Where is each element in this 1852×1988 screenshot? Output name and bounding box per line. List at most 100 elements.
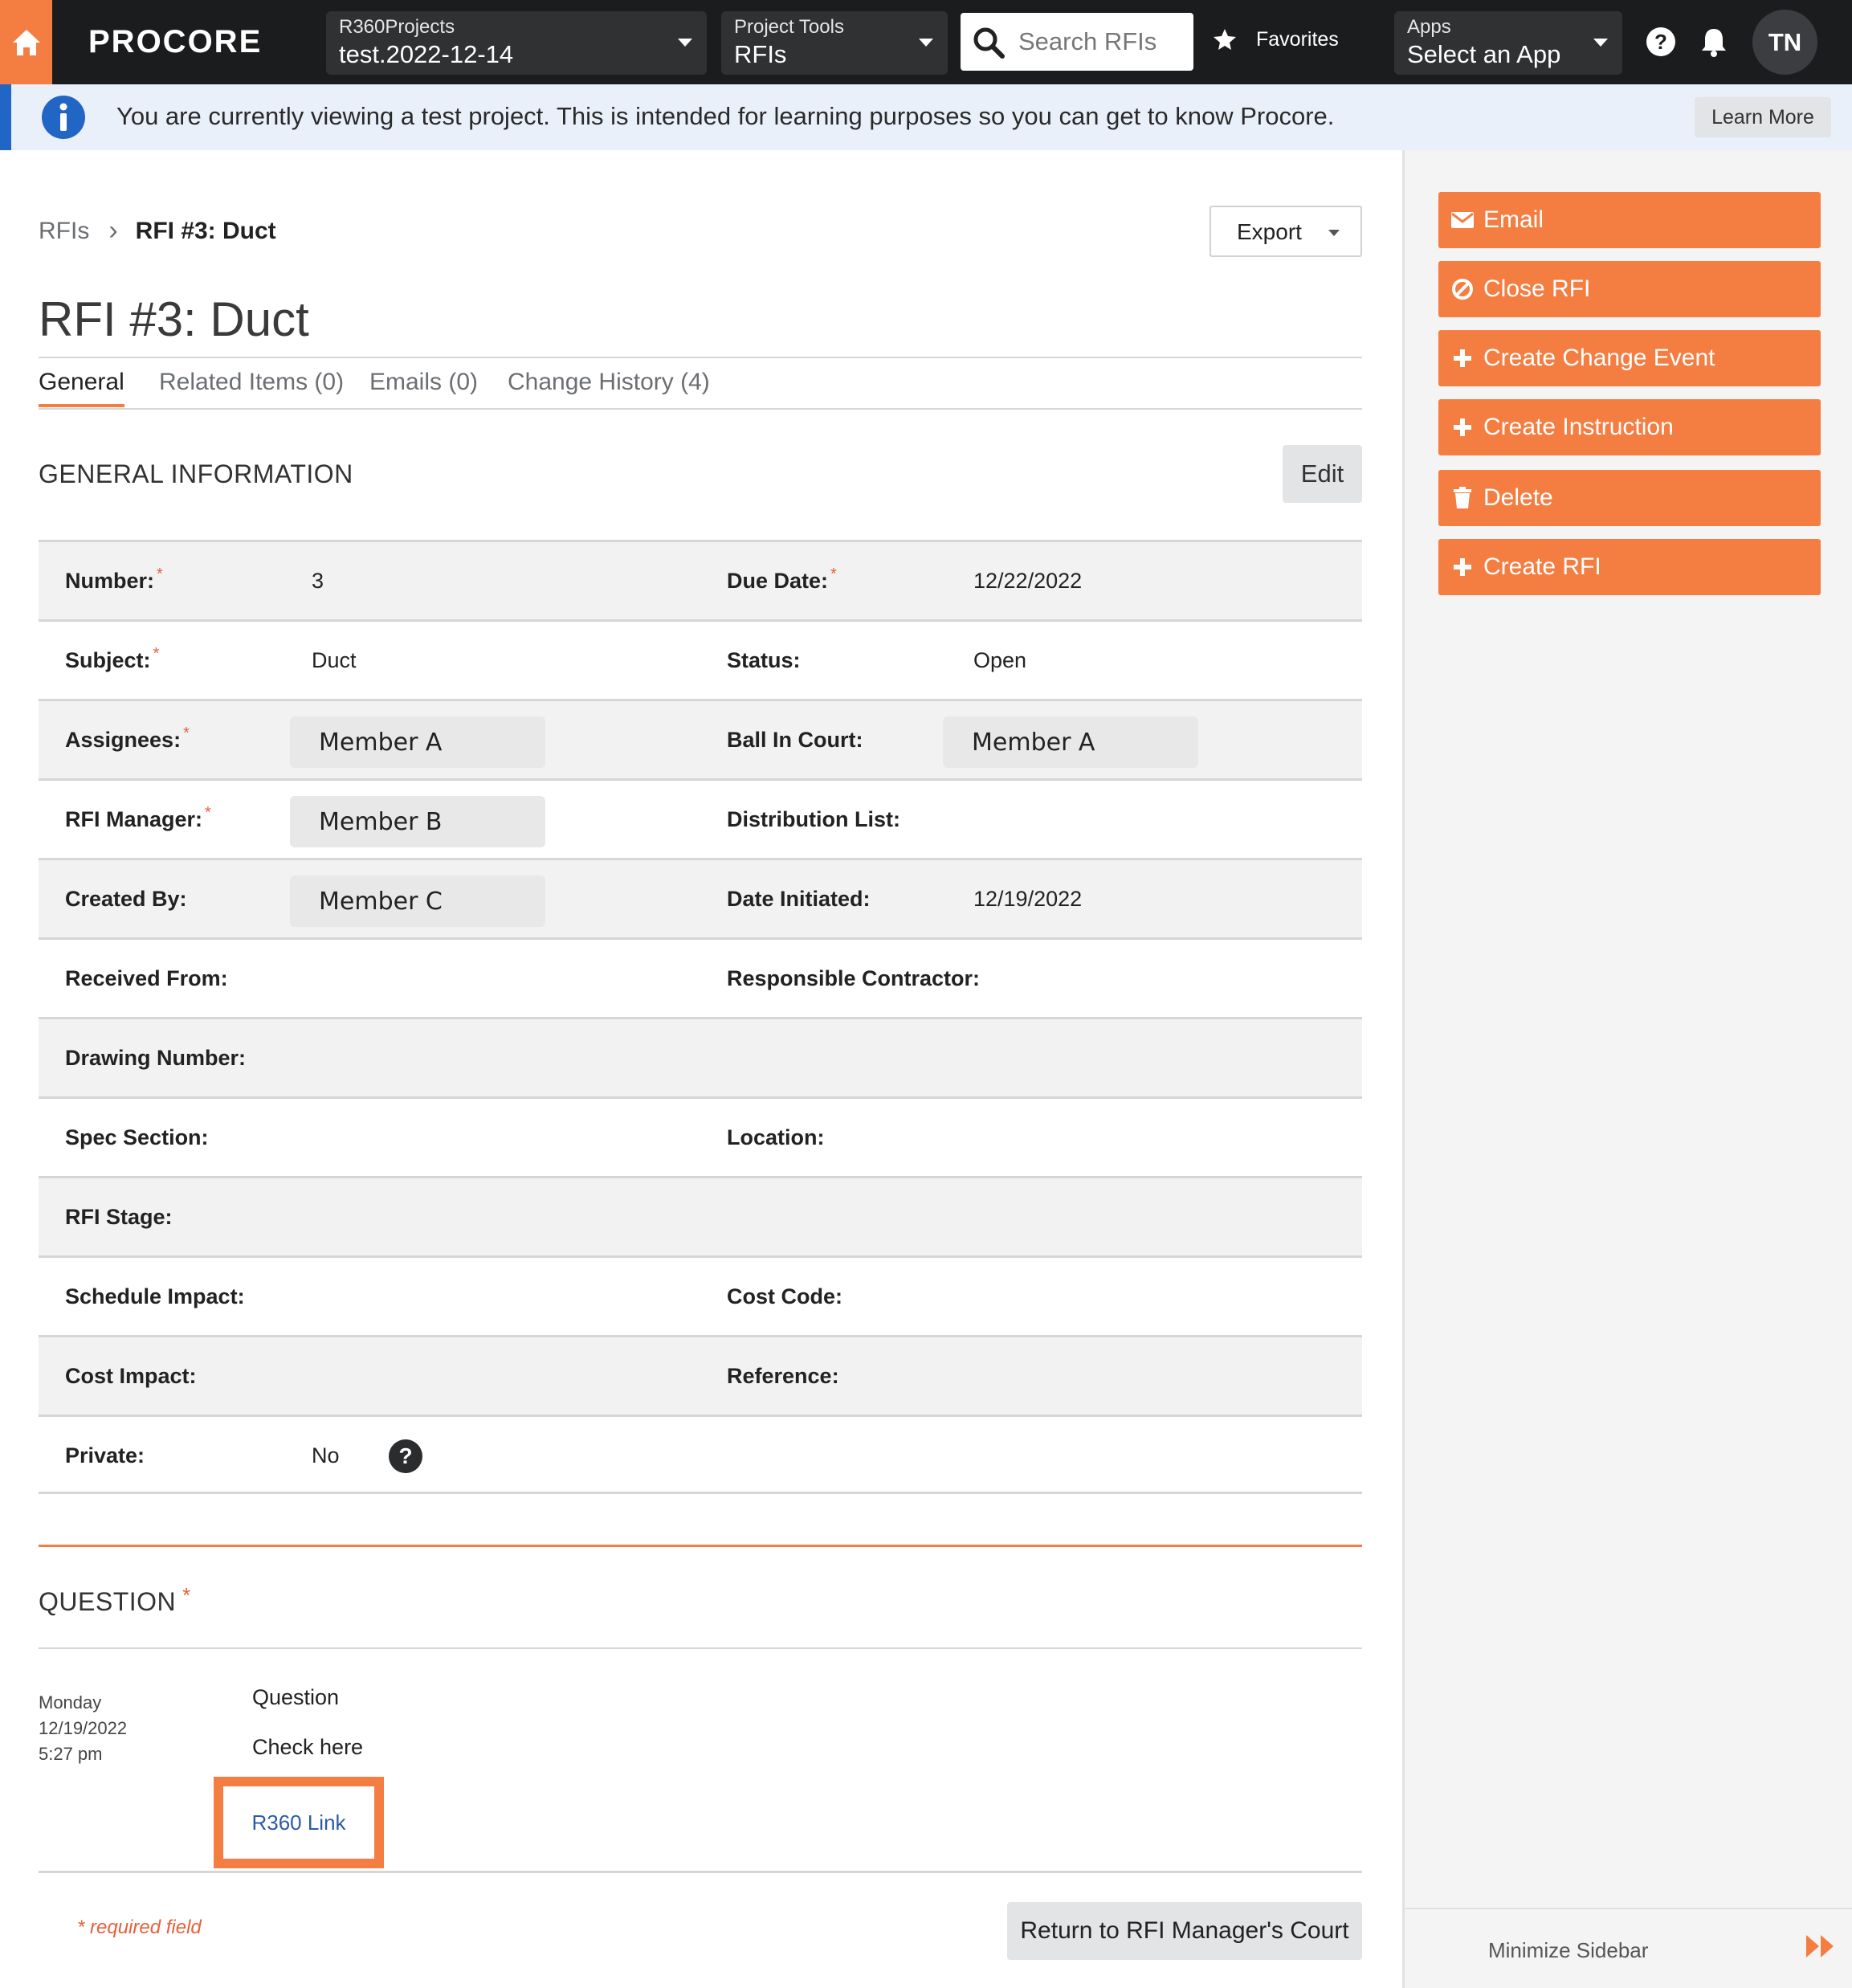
table-row: Assignees: * Member A Ball In Court: Memb… [39, 699, 1362, 778]
general-info-table: Number: * 3 Due Date: * 12/22/2022 Subject… [39, 540, 1362, 1494]
action-label: Create Change Event [1483, 345, 1715, 371]
help-button[interactable]: ? [1643, 24, 1679, 59]
envelope-icon [1450, 207, 1475, 233]
question-time: 5:27 pm [39, 1744, 103, 1764]
field-label: Number: * [65, 565, 163, 593]
r360-link[interactable]: R360 Link [251, 1810, 345, 1835]
table-row: Cost Impact: Reference: [39, 1335, 1362, 1414]
project-selector[interactable]: R360Projects test.2022-12-14 [326, 11, 707, 75]
breadcrumb: RFIs › RFI #3: Duct [39, 215, 276, 247]
required-marker: * [157, 565, 163, 583]
apps-selector[interactable]: Apps Select an App [1394, 11, 1622, 75]
table-row: Subject: * Duct Status: Open [39, 619, 1362, 699]
field-label: Schedule Impact: [65, 1284, 245, 1308]
double-chevron-right-icon [1806, 1935, 1834, 1957]
field-label: Subject: * [65, 644, 160, 672]
field-label: Cost Code: [727, 1284, 842, 1308]
search-placeholder: Search RFIs [1018, 27, 1157, 55]
return-to-rfi-manager-button[interactable]: Return to RFI Manager's Court [1007, 1902, 1362, 1960]
top-navigation: PROCORE R360Projects test.2022-12-14 Pro… [0, 0, 1852, 84]
caret-down-icon [1328, 230, 1340, 236]
test-project-banner: You are currently viewing a test project… [0, 84, 1852, 150]
favorites-button[interactable]: Favorites [1213, 27, 1339, 51]
action-label: Delete [1483, 484, 1553, 511]
required-marker: * [182, 1583, 191, 1607]
tab-change-history[interactable]: Change History (4) [508, 369, 710, 396]
svg-text:?: ? [1654, 30, 1667, 54]
field-label: Drawing Number: [65, 1045, 247, 1070]
table-row: Number: * 3 Due Date: * 12/22/2022 [39, 540, 1362, 619]
project-selector-label: R360Projects [339, 16, 455, 38]
section-divider [39, 1545, 1362, 1547]
table-row: Private: No ? [39, 1414, 1362, 1494]
create-instruction-button[interactable]: Create Instruction [1438, 399, 1821, 455]
tool-selector-value: RFIs [734, 40, 787, 68]
field-label: Assignees: * [65, 724, 190, 752]
field-label: Private: [65, 1443, 145, 1468]
help-icon: ? [1646, 27, 1675, 56]
export-label: Export [1237, 219, 1302, 244]
required-marker: * [830, 565, 837, 583]
private-value: No [312, 1443, 340, 1468]
rfi-manager-chip[interactable]: Member B [290, 796, 545, 847]
table-row: Received From: Responsible Contractor: [39, 937, 1362, 1017]
tool-selector[interactable]: Project Tools RFIs [721, 11, 948, 75]
r360-link-highlight: R360 Link [214, 1777, 384, 1868]
required-field-note: * required field [77, 1917, 202, 1938]
created-by-chip[interactable]: Member C [290, 876, 545, 927]
field-label: Received From: [65, 965, 228, 990]
divider [39, 1647, 1362, 1649]
user-avatar[interactable]: TN [1752, 10, 1817, 75]
project-selector-value: test.2022-12-14 [339, 40, 514, 68]
delete-button[interactable]: Delete [1438, 470, 1821, 526]
table-row: Spec Section: Location: [39, 1096, 1362, 1176]
apps-selector-label: Apps [1407, 16, 1451, 38]
learn-more-button[interactable]: Learn More [1695, 97, 1831, 137]
home-button[interactable] [0, 0, 52, 84]
edit-button[interactable]: Edit [1283, 445, 1362, 503]
favorites-label: Favorites [1256, 27, 1339, 51]
create-rfi-button[interactable]: Create RFI [1438, 539, 1821, 595]
divider [39, 408, 1362, 410]
chevron-down-icon [919, 39, 933, 47]
email-button[interactable]: Email [1438, 192, 1821, 248]
tab-emails[interactable]: Emails (0) [369, 369, 478, 396]
field-label: Location: [727, 1125, 825, 1149]
chevron-down-icon [678, 39, 692, 47]
create-change-event-button[interactable]: Create Change Event [1438, 330, 1821, 386]
search-rfis-input[interactable]: Search RFIs [961, 13, 1193, 71]
ball-in-court-chip[interactable]: Member A [943, 716, 1198, 768]
question-text: Question [252, 1685, 340, 1709]
field-label: Spec Section: [65, 1125, 209, 1149]
star-icon [1214, 29, 1236, 50]
apps-selector-value: Select an App [1407, 40, 1561, 68]
page-title: RFI #3: Duct [39, 292, 309, 346]
tool-selector-label: Project Tools [734, 16, 844, 38]
table-row: RFI Stage: [39, 1176, 1362, 1255]
field-label: RFI Manager: * [65, 803, 211, 831]
close-rfi-button[interactable]: Close RFI [1438, 261, 1821, 317]
right-sidebar: Email Close RFI Create Change Event Crea… [1402, 150, 1852, 1988]
required-marker: * [205, 803, 211, 822]
tab-related-items[interactable]: Related Items (0) [159, 369, 344, 396]
search-icon [973, 27, 1005, 59]
divider [39, 1871, 1362, 1873]
ban-icon [1450, 276, 1475, 302]
procore-logo[interactable]: PROCORE [88, 24, 262, 60]
question-date: 12/19/2022 [39, 1718, 128, 1738]
minimize-sidebar-button[interactable]: Minimize Sidebar [1405, 1908, 1852, 1988]
field-label: Created By: [65, 886, 187, 911]
due-date-value: 12/22/2022 [973, 568, 1083, 593]
tab-general[interactable]: General [39, 369, 124, 407]
assignee-chip[interactable]: Member A [290, 716, 545, 768]
notifications-button[interactable] [1696, 24, 1732, 59]
plus-icon [1450, 345, 1475, 371]
table-row: RFI Manager: * Member B Distribution List… [39, 778, 1362, 858]
field-label: Due Date: * [727, 565, 837, 593]
breadcrumb-rfis-link[interactable]: RFIs [39, 218, 89, 245]
export-dropdown[interactable]: Export [1210, 206, 1362, 257]
number-value: 3 [312, 568, 324, 593]
private-help-icon[interactable]: ? [389, 1439, 422, 1473]
question-timestamp: Monday 12/19/2022 5:27 pm [39, 1690, 127, 1767]
question-day: Monday [39, 1692, 102, 1712]
